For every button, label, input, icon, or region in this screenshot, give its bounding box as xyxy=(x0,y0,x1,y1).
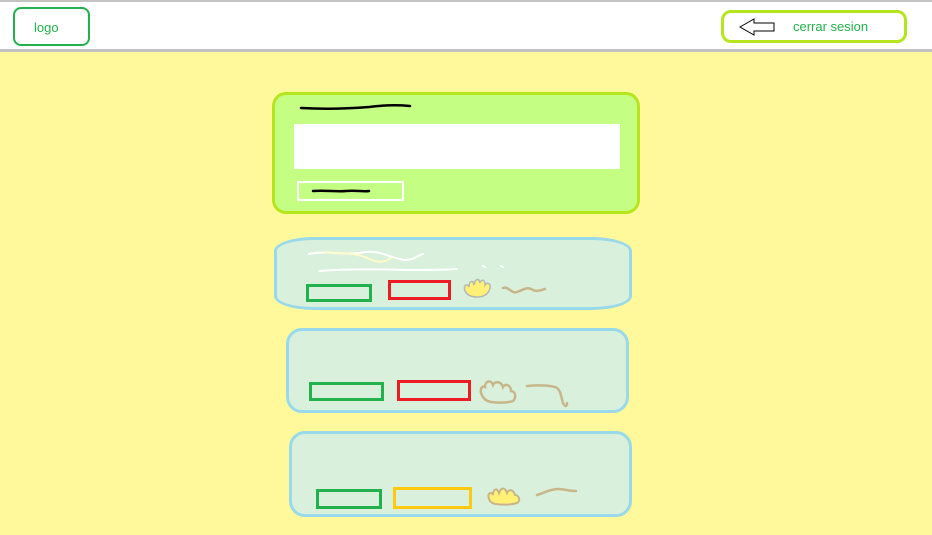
card-action-button-1[interactable] xyxy=(306,284,372,302)
logo-label: logo xyxy=(34,20,59,35)
post-card xyxy=(289,431,632,517)
publish-button[interactable] xyxy=(297,181,404,201)
top-bar: logo cerrar sesion xyxy=(0,0,932,52)
card-action-button-2[interactable] xyxy=(397,380,471,401)
card-action-button-2[interactable] xyxy=(388,280,451,300)
post-card xyxy=(286,328,629,413)
squiggle-icon xyxy=(525,384,569,408)
card-action-button-2[interactable] xyxy=(393,487,472,509)
new-post-form xyxy=(272,92,640,214)
arrow-left-icon xyxy=(738,18,775,36)
logout-label: cerrar sesion xyxy=(793,19,869,34)
hand-doodle-icon xyxy=(463,278,491,298)
logout-button[interactable]: cerrar sesion xyxy=(721,10,907,43)
squiggle-icon xyxy=(535,487,578,497)
logo-button[interactable]: logo xyxy=(13,7,90,46)
scribble-line-icon xyxy=(299,104,412,110)
hand-doodle-icon xyxy=(479,380,517,404)
card-action-button-1[interactable] xyxy=(316,489,382,509)
squiggle-icon xyxy=(501,286,547,294)
hand-doodle-icon xyxy=(487,487,521,506)
post-text-input[interactable] xyxy=(294,124,620,169)
post-card xyxy=(274,237,632,310)
scribble-text-icon xyxy=(308,250,504,272)
scribble-line-icon xyxy=(311,189,371,193)
card-action-button-1[interactable] xyxy=(309,382,384,401)
